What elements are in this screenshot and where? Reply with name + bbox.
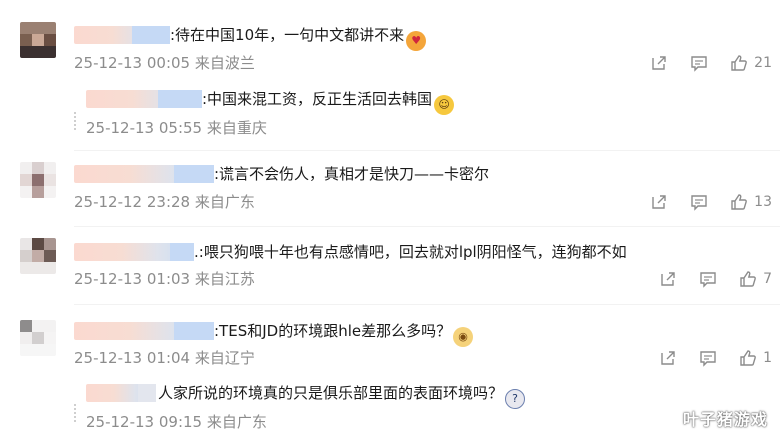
comment-location: 来自广东 [194,193,255,211]
comment-text-content: :待在中国10年，一句中文都讲不来 [170,26,405,44]
reply-meta: 25-12-13 09:15 来自广东 [86,412,267,432]
share-button[interactable] [650,54,668,72]
comment-actions: 7 [637,269,772,289]
comment-text-content: .:喂只狗喂十年也有点感情吧，回去就对lpl阴阳怪气，连狗都不如 [194,243,627,261]
comment-location: 来自波兰 [194,54,255,72]
comment-text: .:喂只狗喂十年也有点感情吧，回去就对lpl阴阳怪气，连狗都不如 [194,242,627,262]
share-icon [661,272,675,286]
reply-text: 人家所说的环境真的只是俱乐部里面的表面环境吗？? [158,383,526,409]
comment-icon [691,195,707,211]
comment-text: :TES和JD的环境跟hle差那么多吗？ ◉ [214,321,474,347]
username-blurred[interactable] [86,90,202,108]
share-icon [652,195,666,209]
like-button[interactable]: 7 [739,270,772,288]
share-icon [652,56,666,70]
divider [74,150,780,151]
comment-icon [700,351,716,367]
avatar[interactable] [20,320,56,356]
reply-location: 来自重庆 [206,119,267,137]
comment-button[interactable] [690,54,708,72]
share-button[interactable] [659,349,677,367]
comment-text-content: :TES和JD的环境跟hle差那么多吗？ [214,322,452,340]
like-button[interactable]: 21 [730,54,772,72]
like-count: 1 [763,350,772,366]
like-icon [731,194,748,210]
reply-thread-line [74,112,82,130]
reply-date: 25-12-13 05:55 [86,119,203,137]
like-count: 21 [754,55,772,71]
sweat-smile-emoji-icon: ☺ [434,95,455,115]
avatar[interactable] [20,162,56,198]
reply-thread-line [74,404,82,422]
username-blurred[interactable] [74,243,194,261]
comment-date: 25-12-13 01:04 [74,349,191,367]
comment-button[interactable] [699,349,717,367]
reply-meta: 25-12-13 05:55 来自重庆 [86,118,267,138]
comment-meta: 25-12-13 00:05 来自波兰 [74,53,255,73]
comment-location: 来自江苏 [194,270,255,288]
comment-icon [691,56,707,72]
avatar[interactable] [20,22,56,58]
comment-actions: 1 [637,348,772,368]
like-button[interactable]: 1 [739,349,772,367]
username-blurred[interactable] [74,26,170,44]
comment-date: 25-12-13 00:05 [74,54,191,72]
comment-meta: 25-12-12 23:28 来自广东 [74,192,255,212]
reply-text: :中国来混工资，反正生活回去韩国 ☺ [202,89,455,115]
like-icon [740,350,756,366]
comment-location: 来自辽宁 [194,349,255,367]
avatar[interactable] [20,238,56,274]
divider [74,226,780,227]
like-icon [731,55,748,71]
username-blurred[interactable] [86,384,156,402]
like-count: 7 [763,271,772,287]
thinking-emoji-icon: ? [505,389,526,409]
surprised-cat-emoji-icon: ◉ [453,327,474,347]
comment-button[interactable] [690,193,708,211]
username-blurred[interactable] [74,322,214,340]
comment-actions: 21 [628,53,772,73]
comment-actions: 13 [628,192,772,212]
like-button[interactable]: 13 [730,193,772,211]
reply-text-content: :中国来混工资，反正生活回去韩国 [202,90,433,108]
share-button[interactable] [659,270,677,288]
comment-text: :谎言不会伤人，真相才是快刀——卡密尔 [214,164,489,184]
watermark: 叶子猪游戏 [682,410,768,429]
like-icon [740,271,756,287]
divider [74,304,780,305]
reply-text-content: 人家所说的环境真的只是俱乐部里面的表面环境吗？ [158,384,504,402]
comment-icon [700,272,716,288]
username-blurred[interactable] [74,165,214,183]
comment-date: 25-12-13 01:03 [74,270,191,288]
comment-date: 25-12-12 23:28 [74,193,191,211]
share-button[interactable] [650,193,668,211]
share-icon [661,351,675,365]
reply-location: 来自广东 [206,413,267,431]
comment-meta: 25-12-13 01:03 来自江苏 [74,269,255,289]
reply-date: 25-12-13 09:15 [86,413,203,431]
heart-eyes-emoji-icon: ♥ [406,31,427,51]
comment-button[interactable] [699,270,717,288]
comment-text-content: :谎言不会伤人，真相才是快刀——卡密尔 [214,165,490,183]
comment-text: :待在中国10年，一句中文都讲不来 ♥ [170,25,427,51]
comment-meta: 25-12-13 01:04 来自辽宁 [74,348,255,368]
like-count: 13 [754,194,772,210]
